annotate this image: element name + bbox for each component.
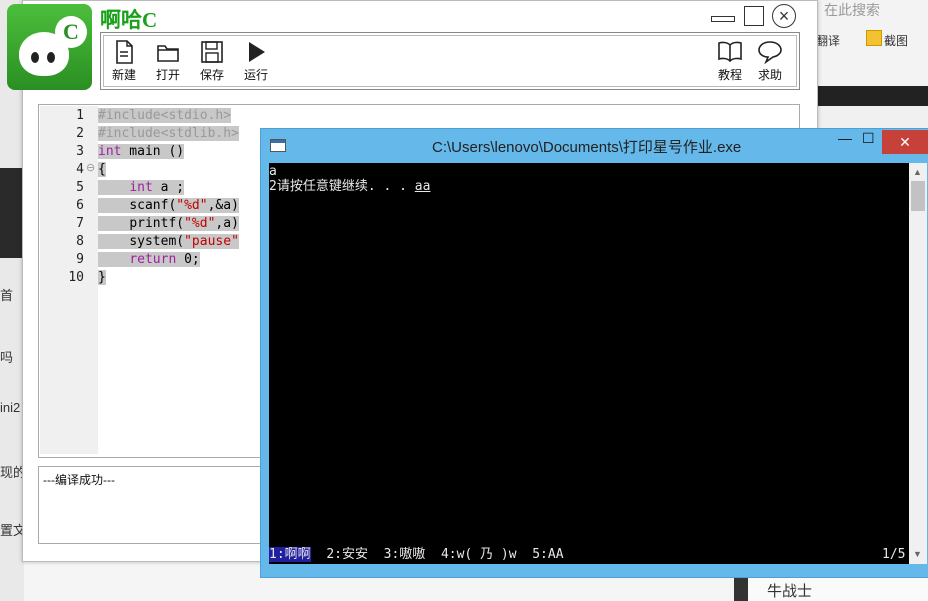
new-file-icon [116, 40, 133, 64]
code-line: scanf("%d",&a) [98, 197, 239, 215]
help-button[interactable]: 求助 [750, 36, 790, 83]
background-browser-toolbar: 在此搜索 翻译 截图 [815, 0, 928, 86]
console-close-button[interactable]: ✕ [882, 130, 928, 154]
help-label: 求助 [757, 68, 782, 82]
console-line-2: 2请按任意键继续. . . aa [269, 180, 430, 194]
logo-eye-right [47, 52, 55, 63]
scroll-thumb[interactable] [911, 181, 925, 211]
screenshot-button[interactable]: 截图 [884, 32, 908, 49]
background-tab: 首 [0, 288, 14, 303]
code-line: #include<stdio.h> [98, 108, 232, 123]
code-line: int a ; [98, 179, 239, 197]
save-label: 保存 [199, 68, 224, 82]
open-button[interactable]: 打开 [148, 36, 188, 83]
background-text-1: 吗 [0, 350, 14, 365]
code-line: } [98, 270, 106, 285]
code-line: int main () [98, 144, 185, 159]
console-title: C:\Users\lenovo\Documents\打印星号作业.exe [432, 139, 742, 156]
app-title: 啊哈C [100, 8, 158, 32]
ime-composition: aa [414, 179, 431, 194]
line-number: 8 [76, 234, 84, 249]
ime-candidate-4[interactable]: 4:w( 乃 )w [441, 547, 517, 562]
ime-candidate-bar: 1:啊啊 2:安安 3:嗷嗷 4:w( 乃 )w 5:AA [269, 546, 909, 564]
console-scrollbar[interactable]: ▲ ▼ [909, 163, 927, 564]
console-line-1: a [269, 164, 277, 179]
book-icon [718, 41, 742, 63]
background-search-hint[interactable]: 在此搜索 [824, 0, 880, 20]
app-logo: C [7, 4, 92, 90]
tutorial-label: 教程 [717, 68, 742, 82]
console-app-icon[interactable] [270, 139, 286, 152]
logo-eye-left [31, 52, 39, 63]
console-minimize-button[interactable]: — [838, 130, 852, 146]
scroll-down-icon[interactable]: ▼ [913, 549, 922, 559]
speech-bubble-icon [758, 41, 782, 64]
ime-page-indicator: 1/5 [882, 547, 906, 562]
line-numbers: 1 2 3 4 5 6 7 8 9 10 [40, 107, 84, 287]
ime-candidate-1[interactable]: 1:啊啊 [269, 547, 311, 562]
background-dark-strip [815, 86, 928, 106]
code-line: return 0; [98, 251, 239, 269]
console-maximize-button[interactable]: ☐ [862, 130, 875, 147]
new-label: 新建 [111, 68, 136, 82]
code-text[interactable]: #include<stdio.h> #include<stdlib.h> int m… [98, 107, 239, 287]
run-button[interactable]: 运行 [236, 36, 276, 83]
new-button[interactable]: 新建 [104, 36, 144, 83]
ime-candidate-2[interactable]: 2:安安 [326, 547, 368, 562]
fold-marker-icon[interactable]: ⊖ [86, 161, 95, 174]
line-number: 5 [76, 180, 84, 195]
line-number: 7 [76, 216, 84, 231]
open-label: 打开 [155, 68, 180, 82]
folder-icon [157, 45, 179, 62]
code-line: system("pause" [98, 233, 239, 251]
line-number: 4 [76, 162, 84, 177]
screenshot-icon [866, 30, 882, 46]
line-number: 3 [76, 144, 84, 159]
play-icon [249, 42, 265, 62]
background-image [0, 168, 24, 258]
background-browser-left: 首 吗 ini2 现的 置文 [0, 0, 26, 601]
background-name[interactable]: 牛战士 [767, 580, 812, 601]
code-line: #include<stdlib.h> [98, 126, 239, 141]
minimize-button[interactable] [709, 6, 735, 28]
line-number: 6 [76, 198, 84, 213]
translate-button[interactable]: 翻译 [816, 32, 840, 49]
line-number: 10 [68, 270, 84, 285]
logo-letter: C [55, 16, 87, 48]
pause-prompt: 2请按任意键继续. . . [269, 179, 415, 194]
close-button[interactable]: × [772, 4, 796, 28]
code-line: printf("%d",a) [98, 215, 239, 233]
ime-candidate-3[interactable]: 3:嗷嗷 [384, 547, 426, 562]
console-output[interactable] [269, 163, 909, 564]
code-line: { [98, 162, 106, 177]
save-icon [201, 41, 223, 63]
line-number: 2 [76, 126, 84, 141]
tutorial-button[interactable]: 教程 [710, 36, 750, 83]
background-text-2: ini2 [0, 400, 21, 415]
ime-candidate-5[interactable]: 5:AA [532, 547, 563, 562]
scroll-up-icon[interactable]: ▲ [913, 167, 922, 177]
background-thumb [734, 578, 748, 601]
save-button[interactable]: 保存 [192, 36, 232, 83]
line-number: 1 [76, 108, 84, 123]
run-label: 运行 [243, 68, 268, 82]
line-number: 9 [76, 252, 84, 267]
maximize-button[interactable] [743, 6, 767, 28]
compile-status: ---编译成功--- [43, 473, 115, 487]
